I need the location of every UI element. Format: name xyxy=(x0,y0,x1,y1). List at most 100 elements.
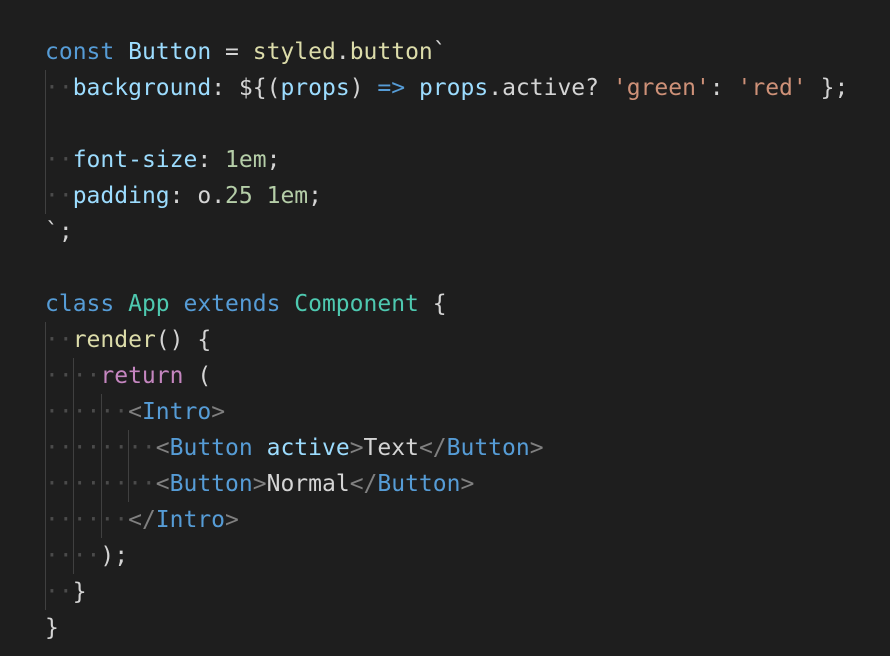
indent-guide xyxy=(73,502,74,538)
code-line[interactable]: } xyxy=(45,610,890,646)
indent-guide xyxy=(45,142,46,178)
code-token: : ${( xyxy=(211,75,281,101)
code-token: { xyxy=(418,291,447,317)
whitespace-marker: ······ xyxy=(45,507,129,533)
code-token: Intro xyxy=(141,399,212,425)
code-token: render xyxy=(72,327,156,353)
code-line[interactable]: ··} xyxy=(45,574,890,610)
code-token: < xyxy=(128,399,142,425)
whitespace-marker: ·· xyxy=(45,327,73,353)
code-line[interactable]: ····); xyxy=(45,538,890,574)
code-token: </ xyxy=(349,471,378,497)
code-token: ; xyxy=(308,183,323,209)
code-token: </ xyxy=(418,435,447,461)
code-line[interactable]: ··padding: o.25 1em; xyxy=(45,178,890,214)
code-token: Text xyxy=(363,435,419,461)
whitespace-marker: ·· xyxy=(45,75,73,101)
code-token: > xyxy=(211,399,226,425)
code-token: padding xyxy=(72,183,170,209)
code-token: : xyxy=(197,147,226,173)
code-token: active xyxy=(266,435,350,461)
code-token: extends xyxy=(169,291,295,317)
indent-guide xyxy=(73,394,74,430)
code-token: props xyxy=(280,75,350,101)
whitespace-marker: ······ xyxy=(45,399,129,425)
code-token: Button xyxy=(377,471,461,497)
indent-guide xyxy=(45,322,46,358)
code-line[interactable]: class App extends Component { xyxy=(45,286,890,322)
code-token: => xyxy=(377,75,406,101)
indent-guide xyxy=(45,178,46,214)
code-token: ; xyxy=(266,147,281,173)
code-token: > xyxy=(225,507,239,533)
code-line[interactable]: ····return ( xyxy=(45,358,890,394)
code-token: 'red' xyxy=(737,75,807,101)
code-token: ); xyxy=(100,543,129,569)
code-token: ) xyxy=(349,75,378,101)
code-token: 'green' xyxy=(612,75,710,101)
code-line[interactable] xyxy=(45,250,890,286)
code-token: const xyxy=(45,39,129,65)
code-token: : xyxy=(709,75,738,101)
code-token: } xyxy=(45,615,59,641)
indent-guide xyxy=(73,358,74,394)
code-token: > xyxy=(349,435,364,461)
whitespace-marker: ·· xyxy=(45,147,73,173)
code-token: : xyxy=(169,183,198,209)
indent-guide xyxy=(45,358,46,394)
code-token: Button xyxy=(169,435,253,461)
indent-guide xyxy=(101,394,102,430)
code-token: > xyxy=(252,471,267,497)
code-token: . xyxy=(335,39,350,65)
code-token: < xyxy=(155,435,170,461)
code-token: </ xyxy=(128,507,156,533)
code-line[interactable]: ······</Intro> xyxy=(45,502,890,538)
code-token: styled xyxy=(252,39,336,65)
code-token: Button xyxy=(169,471,253,497)
code-token: class xyxy=(45,291,129,317)
code-token: Component xyxy=(294,291,419,317)
code-line[interactable]: const Button = styled.button` xyxy=(45,34,890,70)
code-token: props xyxy=(418,75,489,101)
code-token: ( xyxy=(183,363,212,389)
indent-guide xyxy=(101,502,102,538)
whitespace-marker: ·· xyxy=(45,579,73,605)
code-line[interactable]: `; xyxy=(45,214,890,250)
indent-guide xyxy=(45,502,46,538)
code-line[interactable]: ··background: ${(props) => props.active?… xyxy=(45,70,890,106)
code-token: ` xyxy=(432,39,447,65)
code-token: background xyxy=(72,75,212,101)
code-token: } xyxy=(72,579,87,605)
code-line[interactable]: ······<Intro> xyxy=(45,394,890,430)
code-token: Button xyxy=(446,435,530,461)
indent-guide xyxy=(45,394,46,430)
indent-guide xyxy=(128,430,129,466)
indent-guide xyxy=(45,70,46,106)
indent-guide xyxy=(45,466,46,502)
code-token: () { xyxy=(155,327,212,353)
code-line[interactable]: ··render() { xyxy=(45,322,890,358)
code-token: 1em xyxy=(266,183,309,209)
code-line[interactable] xyxy=(45,106,890,142)
indent-guide xyxy=(101,430,102,466)
code-token: Normal xyxy=(266,471,350,497)
code-token: = xyxy=(211,39,253,65)
code-token: Button xyxy=(128,39,212,65)
code-token: `; xyxy=(45,219,73,245)
code-editor[interactable]: const Button = styled.button` ··backgroun… xyxy=(0,0,890,656)
code-token: }; xyxy=(806,75,849,101)
indent-guide xyxy=(45,574,46,610)
code-token: ? xyxy=(585,75,613,101)
code-line[interactable]: ··font-size: 1em; xyxy=(45,142,890,178)
code-line[interactable]: ········<Button>Normal</Button> xyxy=(45,466,890,502)
code-token: > xyxy=(529,435,544,461)
indent-guide xyxy=(73,466,74,502)
code-token: return xyxy=(100,363,184,389)
code-token: active xyxy=(502,75,586,101)
code-token: < xyxy=(155,471,170,497)
indent-guide xyxy=(45,106,46,142)
code-line[interactable]: ········<Button active>Text</Button> xyxy=(45,430,890,466)
